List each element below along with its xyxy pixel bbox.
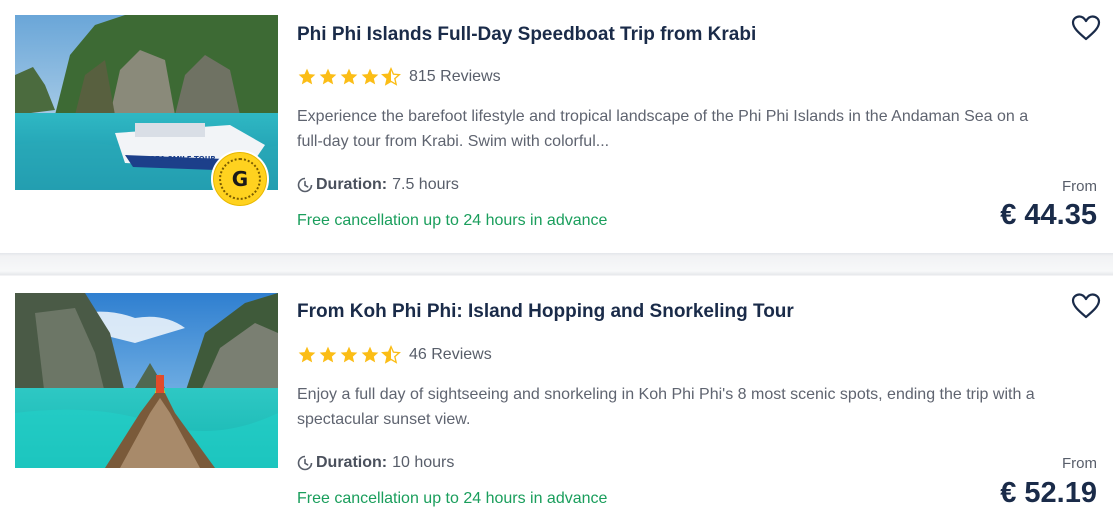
star-icon	[361, 68, 379, 85]
activity-card[interactable]: From Koh Phi Phi: Island Hopping and Sno…	[0, 276, 1113, 524]
price-from-label: From	[1062, 178, 1097, 195]
duration-value: 10 hours	[392, 454, 455, 471]
card-divider	[0, 253, 1113, 276]
price: € 44.35	[1000, 199, 1097, 231]
activity-description: Enjoy a full day of sightseeing and snor…	[297, 386, 1035, 428]
rating: 46 Reviews	[297, 345, 492, 365]
review-count[interactable]: 815 Reviews	[409, 68, 501, 86]
review-count[interactable]: 46 Reviews	[409, 346, 492, 364]
half-star-icon	[381, 345, 401, 364]
activity-title[interactable]: Phi Phi Islands Full-Day Speedboat Trip …	[297, 24, 756, 46]
activity-description: Experience the barefoot lifestyle and tr…	[297, 108, 1029, 150]
price-from-label: From	[1062, 455, 1097, 472]
clock-icon	[297, 177, 313, 193]
boat-text: SEA SMILE TOUR	[150, 155, 216, 163]
duration: Duration: 7.5 hours	[297, 176, 459, 194]
activity-title[interactable]: From Koh Phi Phi: Island Hopping and Sno…	[297, 301, 794, 323]
badge-icon: G	[211, 150, 269, 208]
duration: Duration: 10 hours	[297, 454, 454, 472]
half-star-icon	[381, 67, 401, 86]
star-icon	[340, 68, 358, 85]
star-rating	[297, 345, 402, 365]
free-cancellation: Free cancellation up to 24 hours in adva…	[297, 490, 608, 507]
activity-card[interactable]: SEA SMILE TOUR G Phi Phi Islands Full-Da…	[0, 0, 1113, 253]
star-rating	[297, 67, 402, 87]
star-icon	[340, 346, 358, 363]
heart-outline-icon[interactable]	[1071, 292, 1101, 320]
price: € 52.19	[1000, 477, 1097, 509]
rating: 815 Reviews	[297, 67, 501, 87]
star-icon	[361, 346, 379, 363]
star-icon	[298, 346, 316, 363]
clock-icon	[297, 455, 313, 471]
duration-label: Duration:	[316, 454, 388, 471]
star-icon	[319, 346, 337, 363]
duration-value: 7.5 hours	[392, 176, 459, 193]
activity-image[interactable]	[15, 293, 278, 468]
heart-outline-icon[interactable]	[1071, 14, 1101, 42]
star-icon	[298, 68, 316, 85]
badge-letter: G	[219, 158, 261, 200]
free-cancellation: Free cancellation up to 24 hours in adva…	[297, 212, 608, 229]
duration-label: Duration:	[316, 176, 388, 193]
star-icon	[319, 68, 337, 85]
